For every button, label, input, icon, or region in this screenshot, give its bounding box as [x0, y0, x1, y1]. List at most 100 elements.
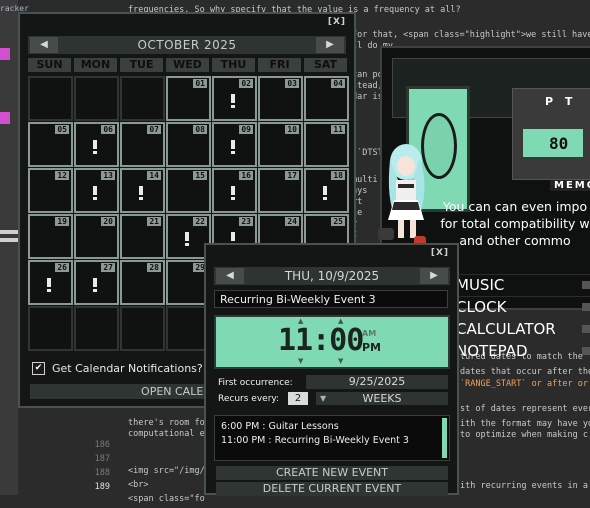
character-sprite[interactable] [368, 140, 438, 250]
day-cell-13[interactable]: 13 [74, 168, 119, 213]
empty-day-cell[interactable] [74, 306, 119, 351]
menu-item-calculator[interactable]: CALCULATOR [456, 318, 590, 340]
day-number: 20 [101, 217, 115, 226]
weekday-header: MON [74, 58, 117, 72]
event-marker-icon [185, 232, 189, 246]
sidebar-marker [0, 48, 10, 60]
menu-key-icon [582, 303, 590, 311]
next-day-button[interactable]: ▶ [420, 268, 448, 284]
event-time: 11:00 [278, 323, 364, 358]
first-occurrence-field[interactable]: 9/25/2025 [306, 375, 448, 389]
day-cell-21[interactable]: 21 [120, 214, 165, 259]
empty-day-cell[interactable] [28, 76, 73, 121]
device-text-line: You can can even impo [442, 199, 588, 214]
event-marker-icon [139, 186, 143, 200]
sidebar-block [0, 238, 18, 242]
day-cell-27[interactable]: 27 [74, 260, 119, 305]
scrollbar[interactable] [442, 418, 447, 458]
day-cell-7[interactable]: 07 [120, 122, 165, 167]
close-button[interactable]: [X] [431, 248, 449, 258]
day-cell-16[interactable]: 16 [212, 168, 257, 213]
day-cell-18[interactable]: 18 [304, 168, 349, 213]
menu-item-music[interactable]: MUSIC [456, 274, 590, 296]
delete-event-button[interactable]: DELETE CURRENT EVENT [216, 482, 448, 496]
code-line: `RANGE_START` or after or [460, 379, 588, 389]
pm-label[interactable]: PM [362, 341, 381, 354]
day-number: 10 [285, 125, 299, 134]
memo-label: MEMO [550, 180, 590, 191]
weekday-header: SAT [304, 58, 347, 72]
weekday-header: WED [166, 58, 209, 72]
day-cell-26[interactable]: 26 [28, 260, 73, 305]
close-button[interactable]: [X] [328, 17, 346, 27]
day-cell-20[interactable]: 20 [74, 214, 119, 259]
day-cell-17[interactable]: 17 [258, 168, 303, 213]
day-cell-28[interactable]: 28 [120, 260, 165, 305]
day-cell-12[interactable]: 12 [28, 168, 73, 213]
day-cell-1[interactable]: 01 [166, 76, 211, 121]
day-cell-4[interactable]: 04 [304, 76, 349, 121]
code-block: <img src="/img/p <br> <span class="fo [128, 452, 210, 508]
recurs-every-input[interactable]: 2 [288, 392, 308, 405]
event-marker-icon [231, 94, 235, 108]
event-marker-icon [47, 278, 51, 292]
day-number: 13 [101, 171, 115, 180]
day-cell-3[interactable]: 03 [258, 76, 303, 121]
code-line: For that, <span class="highlight">we sti… [352, 30, 590, 40]
am-label[interactable]: AM [362, 329, 376, 338]
menu-item-label: NOTEPAD [456, 342, 528, 360]
day-number: 06 [101, 125, 115, 134]
day-cell-14[interactable]: 14 [120, 168, 165, 213]
event-time-display[interactable]: ▲ ▲ 11:00 AM PM ▼ ▼ [214, 315, 450, 369]
day-cell-10[interactable]: 10 [258, 122, 303, 167]
day-cell-11[interactable]: 11 [304, 122, 349, 167]
day-cell-6[interactable]: 06 [74, 122, 119, 167]
code-line: <span class="fo [128, 494, 205, 504]
code-line: st of dates represent ever [460, 404, 590, 414]
day-number: 11 [331, 125, 345, 134]
menu-item-notepad[interactable]: NOTEPAD [456, 340, 590, 362]
event-name-input[interactable]: Recurring Bi-Weekly Event 3 [214, 290, 448, 308]
minute-down-icon[interactable]: ▼ [338, 357, 343, 365]
menu-item-label: MUSIC [456, 276, 505, 294]
create-event-button[interactable]: CREATE NEW EVENT [216, 466, 448, 480]
day-number: 27 [101, 263, 115, 272]
day-number: 14 [147, 171, 161, 180]
hour-down-icon[interactable]: ▼ [298, 357, 303, 365]
day-cell-9[interactable]: 09 [212, 122, 257, 167]
event-list-item[interactable]: 11:00 PM : Recurring Bi-Weekly Event 3 [221, 435, 409, 446]
weekday-header: SUN [28, 58, 71, 72]
day-number: 16 [239, 171, 253, 180]
empty-day-cell[interactable] [120, 306, 165, 351]
menu-key-icon [582, 325, 590, 333]
day-cell-8[interactable]: 08 [166, 122, 211, 167]
device-screen: 80 [523, 129, 583, 157]
first-occurrence-label: First occurrence: [218, 378, 293, 388]
day-cell-15[interactable]: 15 [166, 168, 211, 213]
day-number: 21 [147, 217, 161, 226]
recurs-every-label: Recurs every: [218, 394, 280, 404]
day-number: 26 [55, 263, 69, 272]
event-list-item[interactable]: 6:00 PM : Guitar Lessons [221, 421, 339, 432]
empty-day-cell[interactable] [28, 306, 73, 351]
code-line: ith the format may have yo [460, 419, 590, 429]
day-number: 15 [193, 171, 207, 180]
day-number: 03 [285, 79, 299, 88]
editor-sidebar: racker [0, 0, 29, 495]
empty-day-cell[interactable] [74, 76, 119, 121]
menu-item-clock[interactable]: CLOCK [456, 296, 590, 318]
device-panel: P T 80 [512, 88, 590, 180]
next-month-button[interactable]: ▶ [316, 37, 344, 53]
day-cell-19[interactable]: 19 [28, 214, 73, 259]
sidebar-tab-label[interactable]: racker [0, 4, 29, 13]
code-line: <br> [128, 480, 149, 490]
checkbox-icon[interactable]: ✔ [32, 362, 45, 375]
event-marker-icon [231, 186, 235, 200]
day-cell-5[interactable]: 05 [28, 122, 73, 167]
event-window: [X] ◀ THU, 10/9/2025 ▶ Recurring Bi-Week… [204, 243, 459, 496]
empty-day-cell[interactable] [120, 76, 165, 121]
recurs-unit-select[interactable]: ▼ WEEKS [316, 392, 448, 405]
line-number: 186 [94, 440, 110, 450]
day-cell-2[interactable]: 02 [212, 76, 257, 121]
